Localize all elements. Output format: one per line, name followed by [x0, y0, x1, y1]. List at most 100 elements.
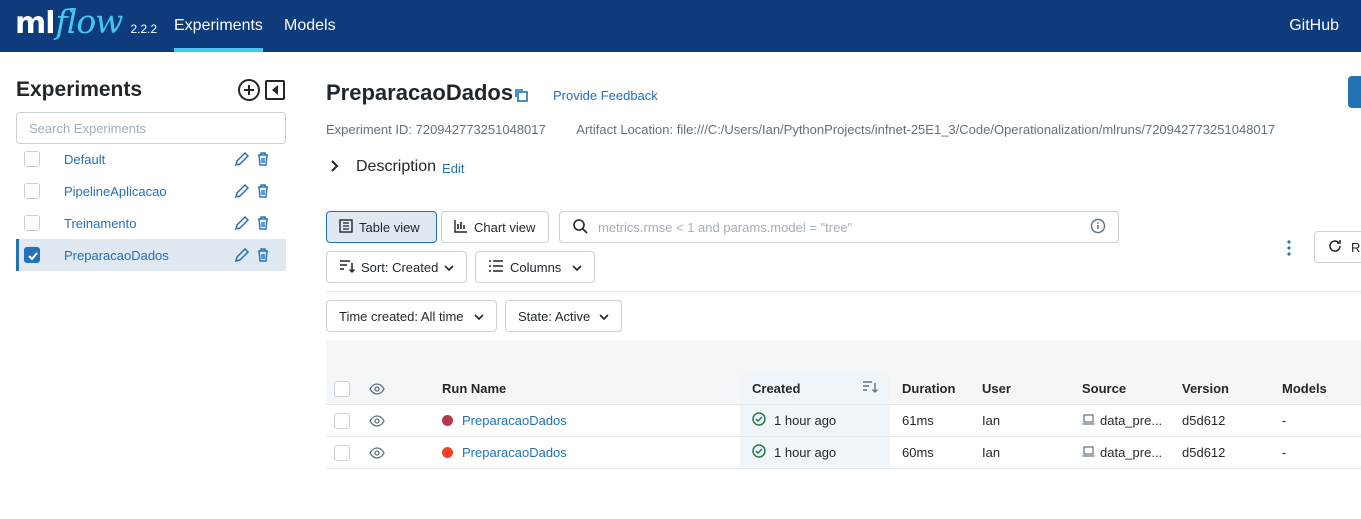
sort-label: Sort: Created: [361, 259, 439, 275]
run-name-cell[interactable]: PreparacaoDados: [442, 405, 567, 436]
experiment-id-label: Experiment ID:: [326, 122, 412, 137]
check-circle-icon: [752, 444, 766, 461]
info-icon[interactable]: [1090, 218, 1106, 237]
artifact-location-value: file:///C:/Users/Ian/PythonProjects/infn…: [676, 122, 1276, 137]
run-name-link[interactable]: PreparacaoDados: [462, 413, 567, 428]
experiment-item-pipelineaplicacao[interactable]: PipelineAplicacao: [16, 175, 286, 207]
pencil-icon[interactable]: [234, 183, 250, 202]
run-name-cell[interactable]: PreparacaoDados: [442, 437, 567, 468]
table-view-button[interactable]: Table view: [326, 211, 437, 243]
experiment-checkbox-checked[interactable]: [24, 247, 40, 263]
time-created-label: Time created: All time: [339, 308, 464, 324]
trash-icon[interactable]: [256, 247, 270, 266]
experiment-name[interactable]: Treinamento: [64, 216, 137, 231]
table-icon: [339, 218, 353, 236]
pencil-icon[interactable]: [234, 247, 250, 266]
eye-icon[interactable]: [369, 437, 385, 468]
row-checkbox[interactable]: [334, 405, 350, 436]
runs-table-header: Run Name Created Duration User Source Ve…: [326, 373, 1361, 405]
time-created-filter[interactable]: Time created: All time: [326, 300, 497, 332]
refresh-label: Re: [1351, 239, 1361, 255]
eye-icon[interactable]: [369, 373, 385, 404]
experiment-checkbox[interactable]: [24, 183, 40, 199]
experiment-name[interactable]: PipelineAplicacao: [64, 184, 167, 199]
columns-icon: [488, 259, 504, 276]
trash-icon[interactable]: [256, 183, 270, 202]
trash-icon[interactable]: [256, 215, 270, 234]
experiment-item-preparacaodados[interactable]: PreparacaoDados: [16, 239, 286, 271]
header-created[interactable]: Created: [740, 373, 890, 404]
experiment-item-treinamento[interactable]: Treinamento: [16, 207, 286, 239]
run-color-dot[interactable]: [442, 447, 453, 458]
header-run-name[interactable]: Run Name: [442, 373, 506, 404]
search-experiments-input[interactable]: [16, 112, 286, 144]
header-duration[interactable]: Duration: [902, 373, 955, 404]
chevron-right-icon[interactable]: [330, 159, 340, 176]
description-toggle[interactable]: Description: [356, 158, 436, 176]
header-version[interactable]: Version: [1182, 373, 1229, 404]
refresh-button[interactable]: Re: [1314, 231, 1361, 263]
header-source[interactable]: Source: [1082, 373, 1126, 404]
run-name-link[interactable]: PreparacaoDados: [462, 445, 567, 460]
created-cell: 1 hour ago: [740, 405, 890, 436]
header-models[interactable]: Models: [1282, 373, 1327, 404]
table-view-label: Table view: [359, 219, 420, 235]
experiment-meta: Experiment ID: 720942773251048017 Artifa…: [326, 122, 1275, 137]
version-cell[interactable]: d5d612: [1182, 405, 1225, 436]
sidebar-actions: [237, 78, 287, 105]
provide-feedback-link[interactable]: Provide Feedback: [553, 88, 658, 103]
experiment-checkbox[interactable]: [24, 215, 40, 231]
experiment-name[interactable]: Default: [64, 152, 105, 167]
check-circle-icon: [752, 412, 766, 429]
columns-dropdown[interactable]: Columns: [475, 251, 595, 283]
table-group-header: [326, 340, 1361, 373]
run-color-dot[interactable]: [442, 415, 453, 426]
source-cell[interactable]: data_pre...: [1082, 405, 1162, 436]
sort-desc-icon[interactable]: [862, 380, 878, 397]
collapse-sidebar-icon[interactable]: [263, 78, 287, 105]
sort-dropdown[interactable]: Sort: Created: [326, 251, 467, 283]
sort-icon: [339, 259, 356, 276]
share-button[interactable]: [1348, 76, 1361, 108]
runs-search-input[interactable]: metrics.rmse < 1 and params.model = "tre…: [559, 211, 1119, 243]
chart-view-button[interactable]: Chart view: [441, 211, 549, 243]
experiment-name[interactable]: PreparacaoDados: [64, 248, 169, 263]
duration-cell: 60ms: [902, 445, 934, 460]
chevron-down-icon: [599, 309, 609, 324]
add-experiment-icon[interactable]: [237, 78, 261, 105]
experiment-item-default[interactable]: Default: [16, 143, 286, 175]
refresh-icon: [1327, 238, 1343, 257]
experiment-checkbox[interactable]: [24, 151, 40, 167]
experiment-title: PreparacaoDados: [326, 80, 514, 105]
version-cell[interactable]: d5d612: [1182, 437, 1225, 468]
mlflow-logo[interactable]: ml flow 2.2.2: [15, 2, 157, 46]
logo-ml-text: ml: [15, 6, 56, 41]
models-cell: -: [1282, 413, 1287, 428]
nav-experiments[interactable]: Experiments: [174, 0, 263, 52]
laptop-icon: [1082, 413, 1095, 428]
source-value: data_pre...: [1100, 445, 1163, 460]
sidebar-title: Experiments: [16, 78, 143, 101]
state-filter[interactable]: State: Active: [505, 300, 622, 332]
description-edit-link[interactable]: Edit: [442, 161, 464, 176]
trash-icon[interactable]: [256, 151, 270, 170]
github-link[interactable]: GitHub: [1289, 0, 1339, 52]
chart-view-label: Chart view: [474, 219, 536, 235]
source-value: data_pre...: [1100, 413, 1163, 428]
header-created-label: Created: [752, 381, 801, 396]
table-row[interactable]: PreparacaoDados 1 hour ago 60ms Ian data…: [326, 437, 1361, 469]
pencil-icon[interactable]: [234, 215, 250, 234]
copy-icon[interactable]: [513, 87, 529, 106]
table-row[interactable]: PreparacaoDados 1 hour ago 61ms Ian data…: [326, 405, 1361, 437]
artifact-location-label: Artifact Location:: [576, 122, 674, 137]
header-user[interactable]: User: [982, 373, 1011, 404]
source-cell[interactable]: data_pre...: [1082, 437, 1162, 468]
eye-icon[interactable]: [369, 405, 385, 436]
nav-models[interactable]: Models: [284, 0, 336, 52]
experiment-id-value: 720942773251048017: [415, 122, 546, 137]
logo-flow-text: flow: [55, 2, 124, 41]
pencil-icon[interactable]: [234, 151, 250, 170]
more-options-icon[interactable]: [1285, 239, 1293, 260]
row-checkbox[interactable]: [334, 437, 350, 468]
select-all-checkbox[interactable]: [334, 373, 350, 404]
